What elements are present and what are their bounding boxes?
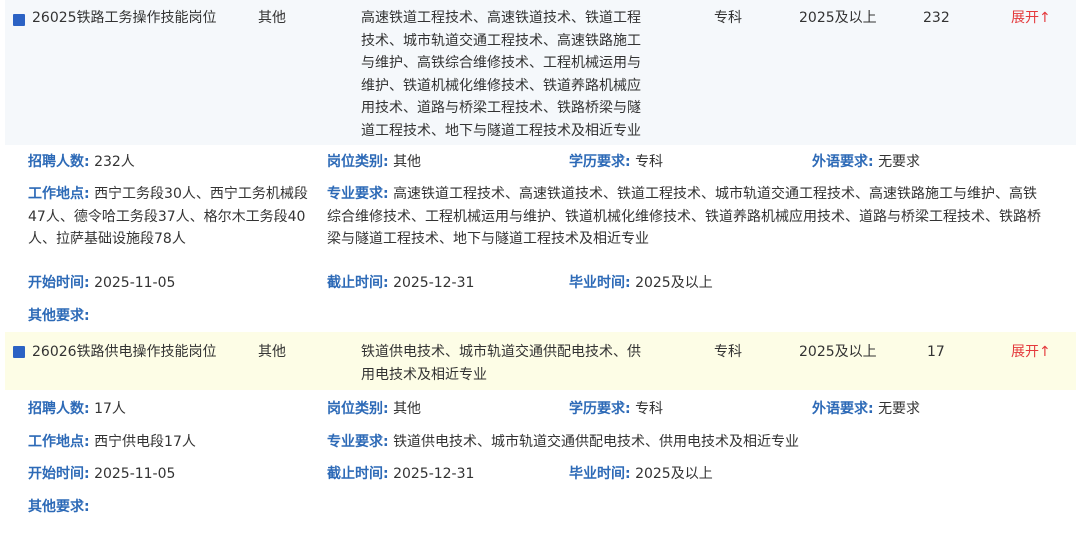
job-marker-icon — [13, 14, 25, 26]
category-label: 岗位类别: — [327, 154, 389, 170]
education-label: 学历要求: — [569, 401, 631, 417]
recruit-count: 招聘人数: 232人 — [28, 151, 135, 174]
language-label: 外语要求: — [812, 401, 874, 417]
job-education: 专科 — [714, 10, 742, 26]
language-label: 外语要求: — [812, 154, 874, 170]
job-row[interactable]: 26026铁路供电操作技能岗位 其他 铁道供电技术、城市轨道交通供配电技术、供用… — [5, 332, 1076, 390]
language-requirement: 外语要求: 无要求 — [812, 151, 920, 174]
education-value: 专科 — [635, 401, 664, 417]
graduation-time: 毕业时间: 2025及以上 — [569, 272, 713, 295]
end-value: 2025-12-31 — [393, 466, 475, 482]
work-location: 工作地点: 西宁工务段30人、西宁工务机械段47人、德令哈工务段37人、格尔木工… — [28, 183, 324, 251]
end-value: 2025-12-31 — [393, 275, 475, 291]
job-title: 26025铁路工务操作技能岗位 — [32, 10, 217, 26]
language-value: 无要求 — [878, 154, 921, 170]
major-value: 高速铁道工程技术、高速铁道技术、铁道工程技术、城市轨道交通工程技术、高速铁路施工… — [327, 186, 1041, 247]
major-label: 专业要求: — [327, 186, 389, 202]
graduation-time: 毕业时间: 2025及以上 — [569, 463, 713, 486]
location-label: 工作地点: — [28, 434, 90, 450]
education-requirement: 学历要求: 专科 — [569, 151, 663, 174]
start-label: 开始时间: — [28, 466, 90, 482]
category-value: 其他 — [393, 401, 422, 417]
job-majors: 铁道供电技术、城市轨道交通供配电技术、供用电技术及相近专业 — [361, 344, 641, 383]
major-requirement: 专业要求: 高速铁道工程技术、高速铁道技术、铁道工程技术、城市轨道交通工程技术、… — [327, 183, 1051, 251]
job-row[interactable]: 26025铁路工务操作技能岗位 其他 高速铁道工程技术、高速铁道技术、铁道工程技… — [5, 0, 1076, 145]
job-marker-icon — [13, 346, 25, 358]
job-category: 其他 — [258, 10, 286, 26]
job-title: 26026铁路供电操作技能岗位 — [32, 344, 217, 360]
other-requirement: 其他要求: — [28, 305, 90, 328]
start-label: 开始时间: — [28, 275, 90, 291]
expand-toggle-button[interactable]: 展开↑ — [1011, 341, 1051, 364]
start-time: 开始时间: 2025-11-05 — [28, 463, 175, 486]
end-label: 截止时间: — [327, 275, 389, 291]
position-category: 岗位类别: 其他 — [327, 151, 421, 174]
work-location: 工作地点: 西宁供电段17人 — [28, 431, 196, 454]
location-label: 工作地点: — [28, 186, 90, 202]
major-requirement: 专业要求: 铁道供电技术、城市轨道交通供配电技术、供用电技术及相近专业 — [327, 431, 799, 454]
job-education: 专科 — [714, 344, 742, 360]
start-value: 2025-11-05 — [94, 275, 176, 291]
other-label: 其他要求: — [28, 308, 90, 324]
education-value: 专科 — [635, 154, 664, 170]
education-requirement: 学历要求: 专科 — [569, 398, 663, 421]
major-label: 专业要求: — [327, 434, 389, 450]
end-label: 截止时间: — [327, 466, 389, 482]
start-time: 开始时间: 2025-11-05 — [28, 272, 175, 295]
recruit-label: 招聘人数: — [28, 154, 90, 170]
other-requirement: 其他要求: — [28, 496, 90, 519]
start-value: 2025-11-05 — [94, 466, 176, 482]
recruit-count: 招聘人数: 17人 — [28, 398, 126, 421]
recruit-value: 232人 — [94, 154, 135, 170]
job-detail-panel: 招聘人数: 232人 岗位类别: 其他 学历要求: 专科 外语要求: 无要求 工… — [28, 151, 1078, 331]
recruit-label: 招聘人数: — [28, 401, 90, 417]
education-label: 学历要求: — [569, 154, 631, 170]
expand-toggle-button[interactable]: 展开↑ — [1011, 7, 1051, 30]
job-count: 232 — [923, 10, 950, 26]
job-graduation: 2025及以上 — [799, 344, 877, 360]
location-value: 西宁供电段17人 — [94, 434, 196, 450]
job-category: 其他 — [258, 344, 286, 360]
other-label: 其他要求: — [28, 499, 90, 515]
category-value: 其他 — [393, 154, 422, 170]
end-time: 截止时间: 2025-12-31 — [327, 463, 474, 486]
job-count: 17 — [927, 344, 945, 360]
end-time: 截止时间: 2025-12-31 — [327, 272, 474, 295]
language-value: 无要求 — [878, 401, 921, 417]
position-category: 岗位类别: 其他 — [327, 398, 421, 421]
job-detail-panel: 招聘人数: 17人 岗位类别: 其他 学历要求: 专科 外语要求: 无要求 工作… — [28, 398, 1078, 523]
category-label: 岗位类别: — [327, 401, 389, 417]
language-requirement: 外语要求: 无要求 — [812, 398, 920, 421]
grad-value: 2025及以上 — [635, 275, 713, 291]
job-graduation: 2025及以上 — [799, 10, 877, 26]
grad-label: 毕业时间: — [569, 466, 631, 482]
major-value: 铁道供电技术、城市轨道交通供配电技术、供用电技术及相近专业 — [393, 434, 800, 450]
grad-label: 毕业时间: — [569, 275, 631, 291]
grad-value: 2025及以上 — [635, 466, 713, 482]
recruit-value: 17人 — [94, 401, 126, 417]
job-majors: 高速铁道工程技术、高速铁道技术、铁道工程技术、城市轨道交通工程技术、高速铁路施工… — [361, 10, 641, 139]
